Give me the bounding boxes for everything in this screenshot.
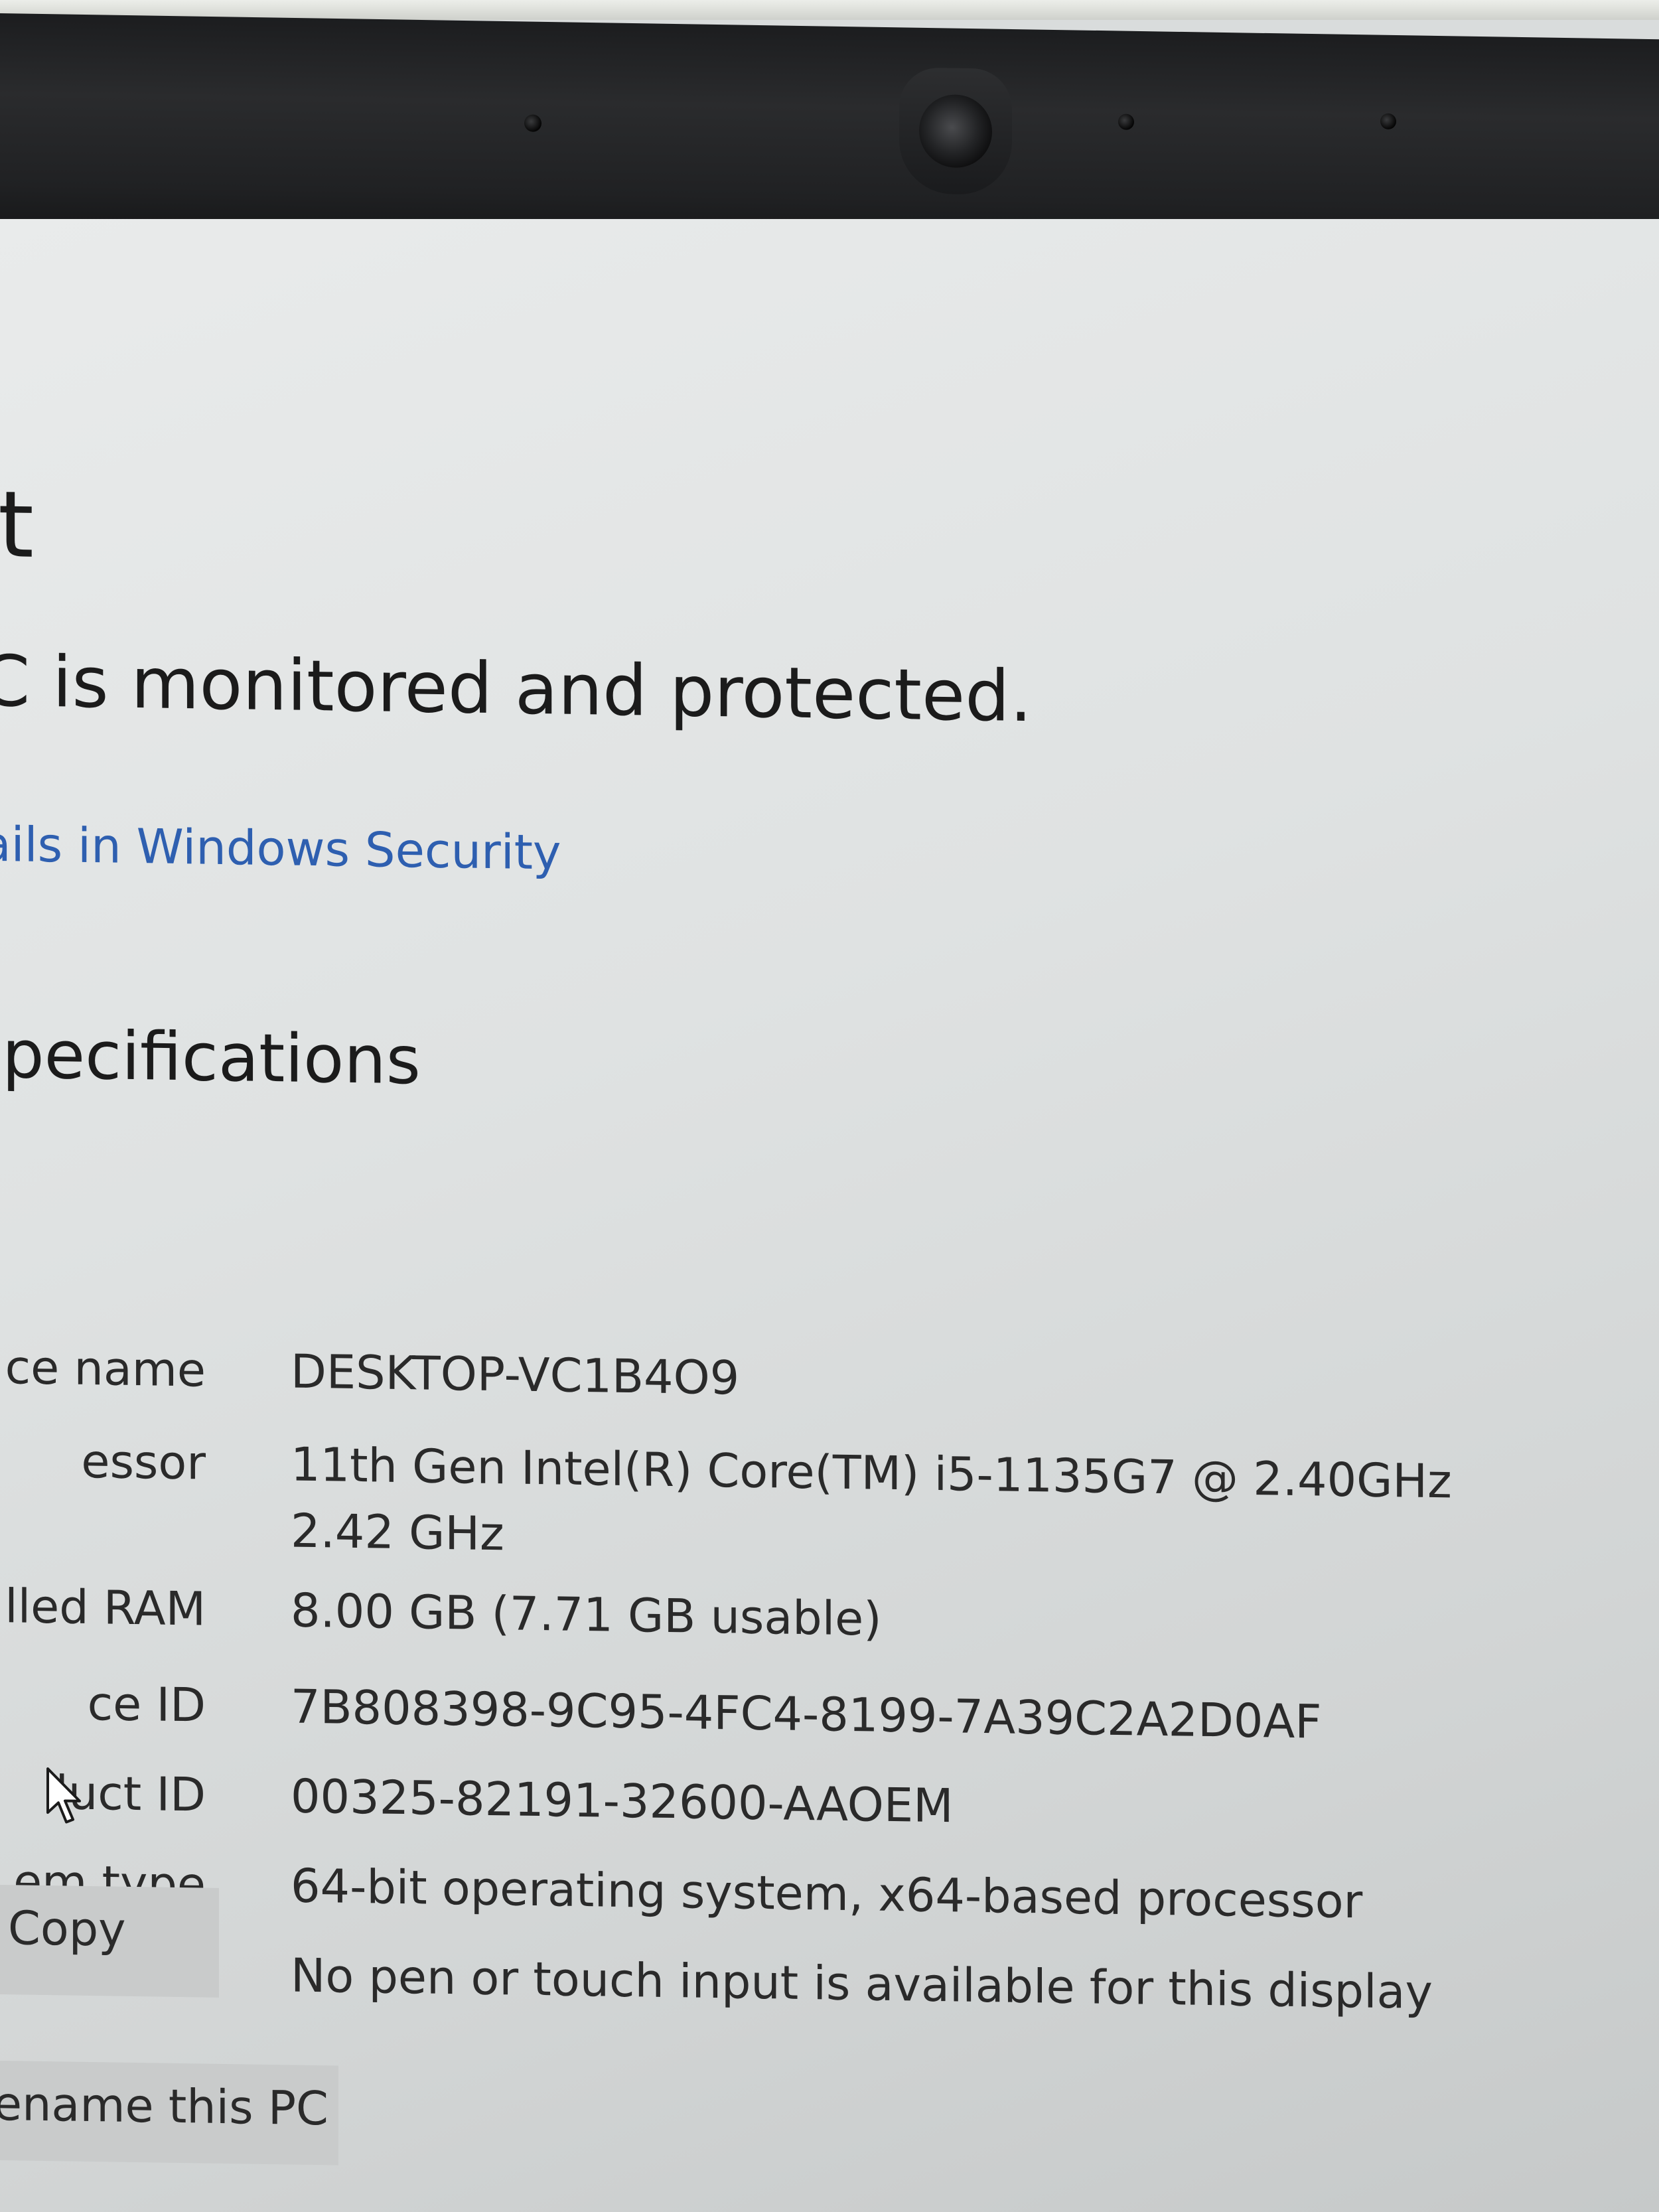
- copy-button[interactable]: Copy: [0, 1884, 219, 1998]
- spec-value[interactable]: No pen or touch input is available for t…: [291, 1942, 1433, 2026]
- spec-value-line: 64-bit operating system, x64-based proce…: [291, 1858, 1363, 1929]
- spec-row: em type 64-bit operating system, x64-base…: [0, 1848, 1659, 1929]
- device-specifications-table: ce name DESKTOP-VC1B4O9 essor 11th Gen Inte…: [0, 219, 1659, 2020]
- spec-row: ce ID 7B808398-9C95-4FC4-8199-7A39C2A2D0A…: [0, 1669, 1659, 1749]
- spec-value[interactable]: 11th Gen Intel(R) Core(TM) i5-1135G7 @ 2…: [291, 1431, 1452, 1581]
- spec-value[interactable]: 7B808398-9C95-4FC4-8199-7A39C2A2D0AF: [291, 1673, 1322, 1755]
- spec-value-line: DESKTOP-VC1B4O9: [291, 1344, 740, 1406]
- bezel-sensor-dot: [524, 114, 541, 132]
- spec-value[interactable]: DESKTOP-VC1B4O9: [291, 1338, 739, 1411]
- spec-value[interactable]: 64-bit operating system, x64-based proce…: [291, 1852, 1362, 1935]
- spec-label: lled RAM: [5, 1579, 206, 1637]
- settings-about-page: out r PC is monitored and protected. let…: [0, 219, 1659, 2212]
- bezel-sensor-dot: [1380, 113, 1396, 130]
- spec-row: and touchNo pen or touch input is availa…: [0, 1938, 1659, 2020]
- webcam-icon: [919, 94, 992, 169]
- spec-value[interactable]: 00325-82191-32600-AAOEM: [291, 1763, 954, 1839]
- spec-value[interactable]: 8.00 GB (7.71 GB usable): [291, 1577, 882, 1652]
- spec-row: ce name DESKTOP-VC1B4O9: [0, 1334, 1659, 1405]
- rename-pc-button[interactable]: ename this PC: [0, 2060, 338, 2166]
- page-title: out: [0, 469, 35, 579]
- spec-label: luct ID: [55, 1765, 206, 1822]
- spec-row: luct ID 00325-82191-32600-AAOEM: [0, 1759, 1659, 1833]
- spec-value-line: No pen or touch input is available for t…: [291, 1948, 1433, 2020]
- spec-label: ce ID: [87, 1676, 206, 1733]
- windows-security-link[interactable]: letails in Windows Security: [0, 815, 561, 880]
- spec-value-line: 00325-82191-32600-AAOEM: [291, 1769, 954, 1834]
- security-status-text: r PC is monitored and protected.: [0, 638, 1033, 738]
- spec-value-line: 7B808398-9C95-4FC4-8199-7A39C2A2D0AF: [291, 1679, 1322, 1749]
- spec-label: ce name: [5, 1340, 206, 1398]
- device-specifications-heading: ice specifications: [0, 1013, 421, 1100]
- spec-label: essor: [81, 1434, 206, 1491]
- spec-value-line: 8.00 GB (7.71 GB usable): [291, 1583, 882, 1647]
- spec-row: essor 11th Gen Intel(R) Core(TM) i5-1135G…: [0, 1427, 1659, 1561]
- mouse-pointer-icon: [46, 1767, 81, 1824]
- bezel-sensor-dot: [1118, 113, 1134, 130]
